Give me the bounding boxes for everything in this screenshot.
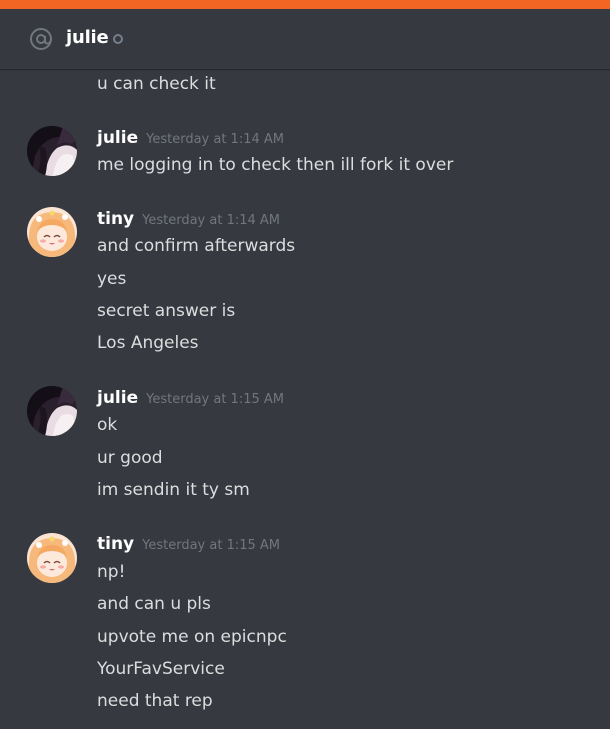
author-name[interactable]: julie [97,388,138,408]
author-name[interactable]: tiny [97,209,134,229]
message-text: YourFavService [97,659,225,679]
message-timestamp: Yesterday at 1:15 AM [142,538,281,553]
window-accent-bar [0,0,610,9]
message-timestamp: Yesterday at 1:14 AM [142,213,281,228]
message-header: julie Yesterday at 1:15 AM [97,387,284,411]
status-offline-icon [113,34,123,44]
at-icon [29,27,53,51]
message-text: ur good [97,448,163,468]
message-text: and confirm afterwards [97,236,296,256]
message-text: need that rep [97,691,213,711]
avatar-tiny[interactable] [27,207,77,257]
message-text: np! [97,562,126,582]
message-timestamp: Yesterday at 1:15 AM [146,392,284,407]
avatar-julie[interactable] [27,386,77,436]
message-text: Los Angeles [97,333,199,353]
message-header: tiny Yesterday at 1:15 AM [97,533,280,557]
message-text: and can u pls [97,594,211,614]
message-text: me logging in to check then ill fork it … [97,155,454,175]
message-text: im sendin it ty sm [97,480,250,500]
author-name[interactable]: tiny [97,534,134,554]
message-text: upvote me on epicnpc [97,627,287,647]
message-timestamp: Yesterday at 1:14 AM [146,132,284,147]
message-text: u can check it [97,74,216,94]
author-name[interactable]: julie [97,128,138,148]
channel-title[interactable]: julie [66,26,109,50]
message-text: yes [97,269,127,289]
avatar-julie[interactable] [27,126,77,176]
message-header: tiny Yesterday at 1:14 AM [97,208,280,232]
message-text: secret answer is [97,301,236,321]
message-list: u can check it julie Yesterday at 1:14 AM… [0,69,610,729]
message-text: ok [97,415,118,435]
avatar-tiny[interactable] [27,533,77,583]
message-header: julie Yesterday at 1:14 AM [97,127,284,151]
dm-window: julie u can check it julie Yesterday at 1… [0,0,610,729]
channel-header: julie [0,9,610,69]
